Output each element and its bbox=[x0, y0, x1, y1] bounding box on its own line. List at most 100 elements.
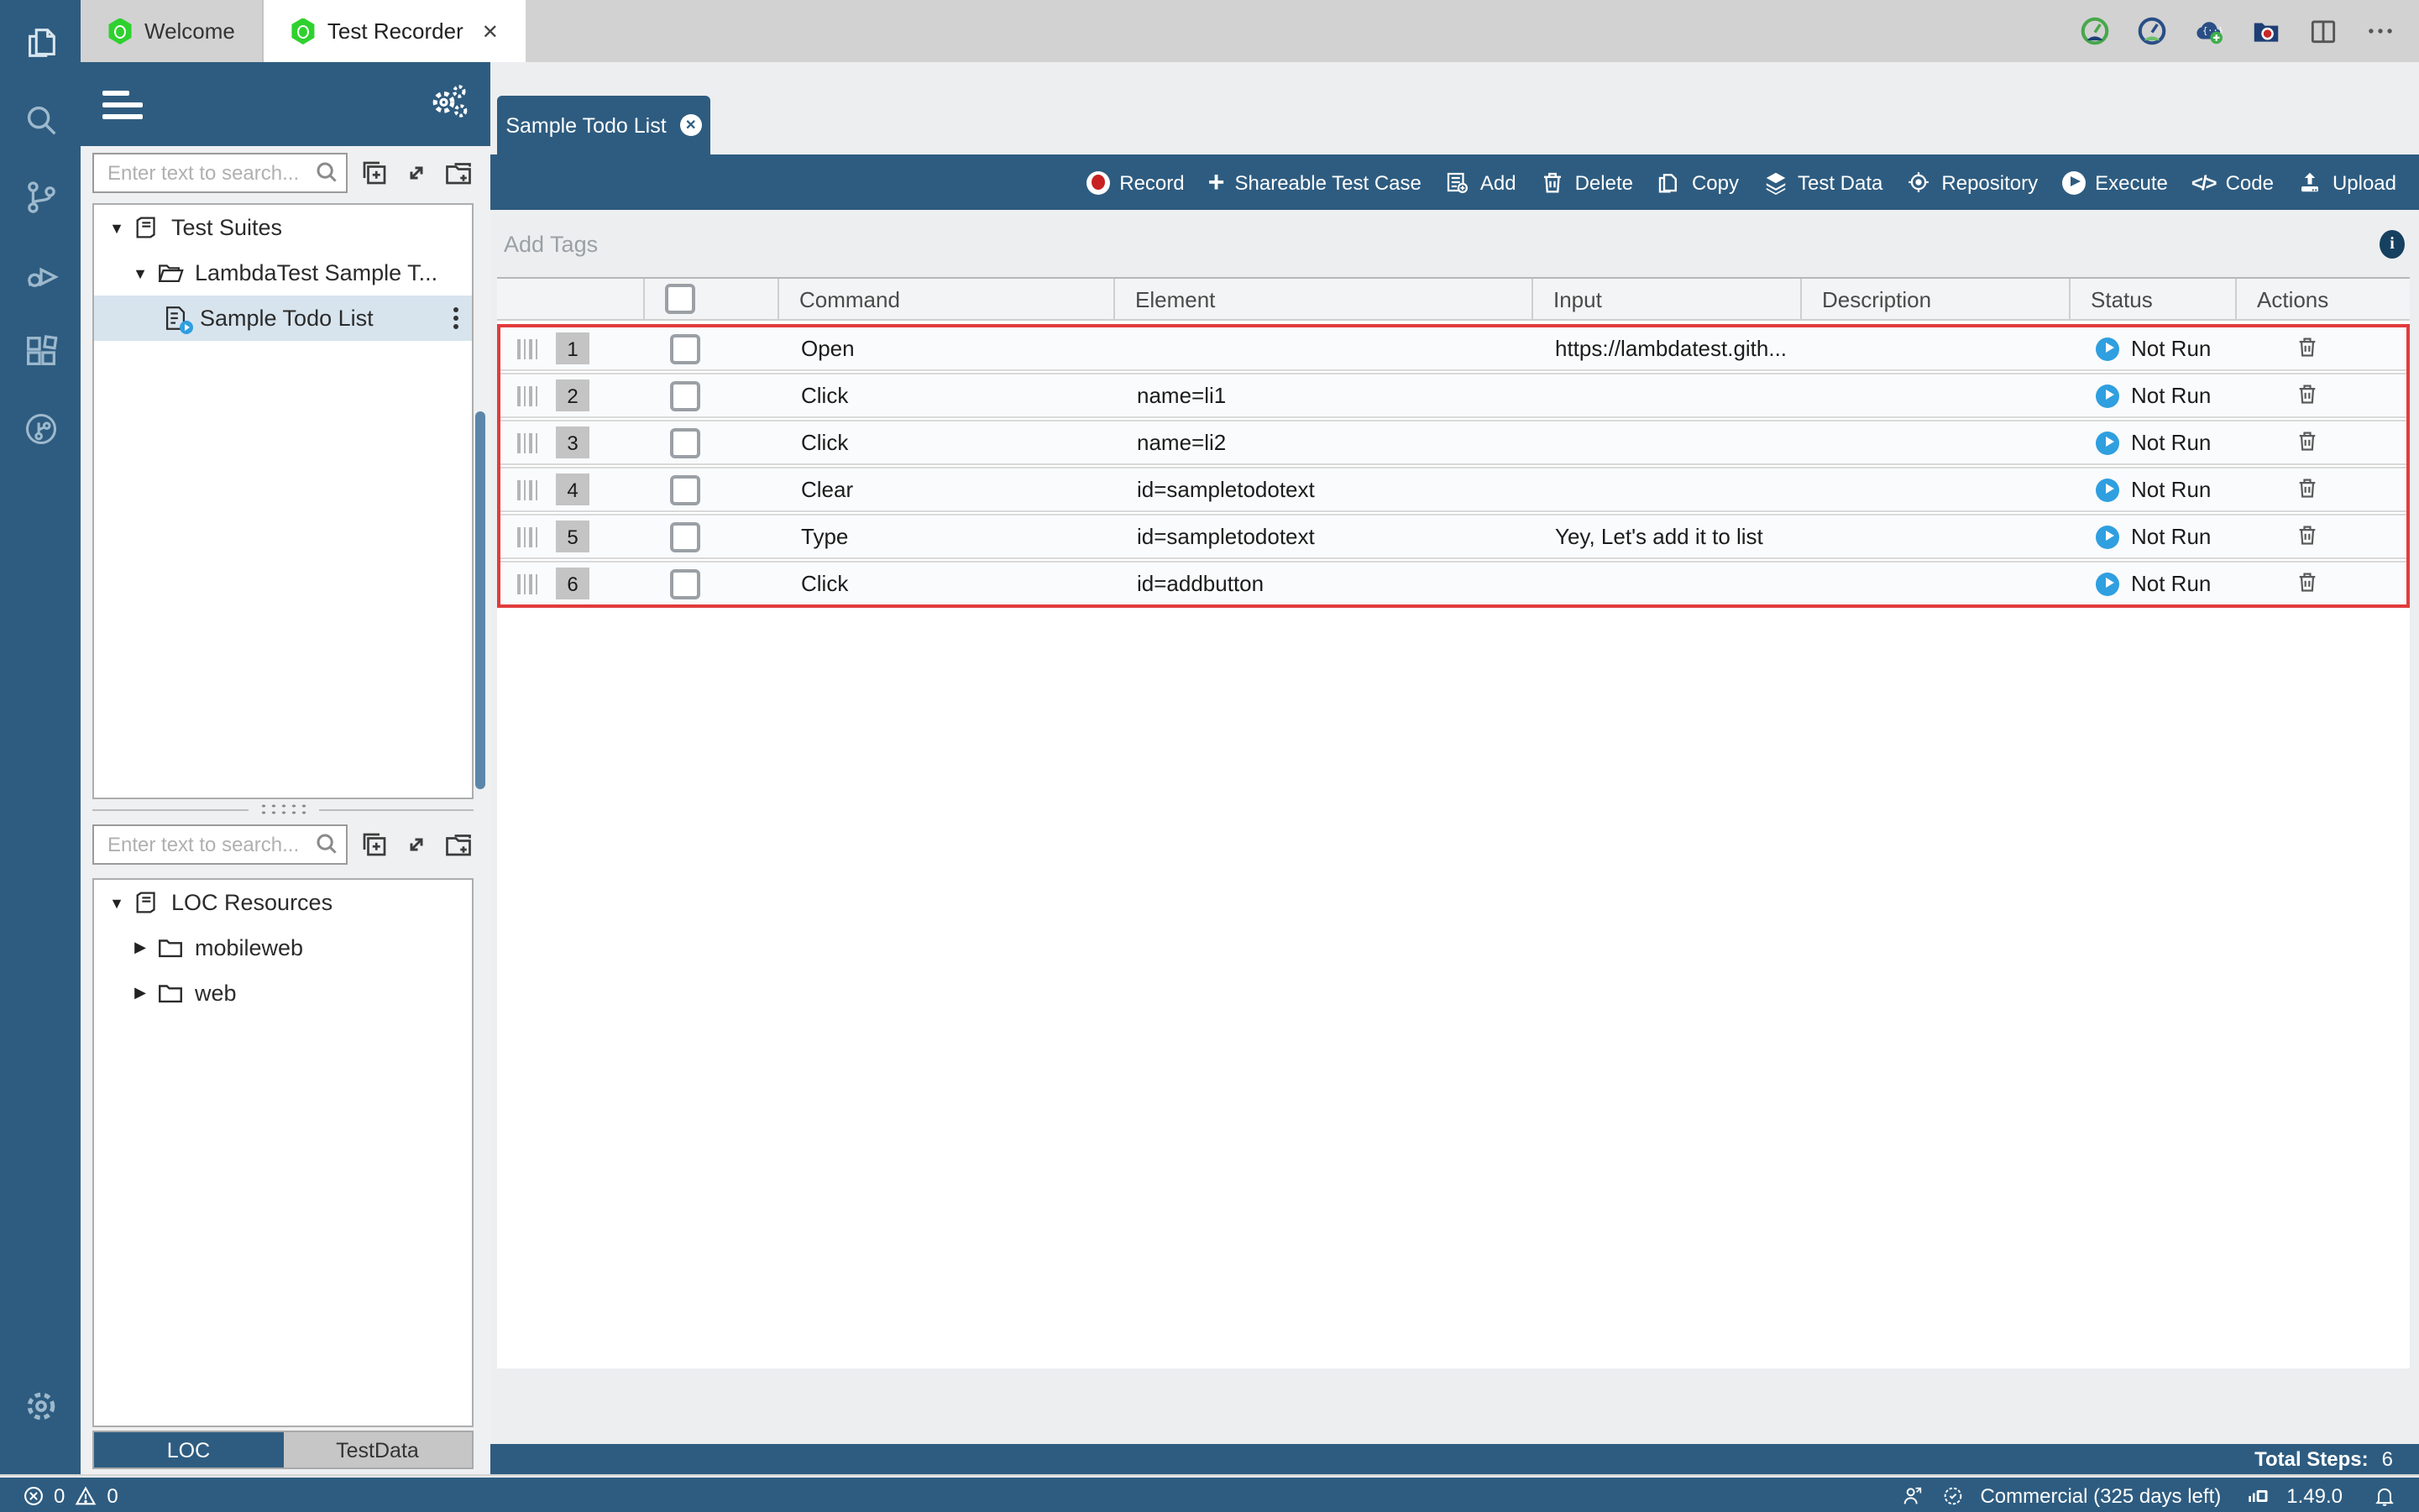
license-badge-icon[interactable] bbox=[1940, 1483, 1965, 1508]
display-icon[interactable] bbox=[2246, 1483, 2271, 1508]
tree-item-test-suites[interactable]: ▼ Test Suites bbox=[94, 205, 472, 250]
new-folder-icon[interactable] bbox=[443, 829, 474, 860]
panel-scrollbar[interactable] bbox=[475, 411, 485, 789]
row-checkbox[interactable] bbox=[670, 333, 700, 364]
header-actions[interactable]: Actions bbox=[2235, 279, 2410, 319]
blue-gauge-icon[interactable] bbox=[2136, 15, 2168, 47]
header-command[interactable]: Command bbox=[778, 279, 1113, 319]
drag-handle-icon[interactable] bbox=[517, 573, 537, 594]
run-step-icon[interactable] bbox=[2096, 525, 2119, 548]
execute-button[interactable]: Execute bbox=[2061, 170, 2168, 194]
cell-command[interactable]: Click bbox=[781, 383, 1117, 408]
resources-search-input[interactable] bbox=[92, 824, 348, 865]
tab-testdata[interactable]: TestData bbox=[283, 1432, 472, 1468]
kebab-menu-icon[interactable] bbox=[453, 307, 458, 329]
license-text[interactable]: Commercial (325 days left) bbox=[1980, 1483, 2221, 1507]
tab-loc[interactable]: LOC bbox=[94, 1432, 283, 1468]
green-gauge-icon[interactable] bbox=[2079, 15, 2111, 47]
run-step-icon[interactable] bbox=[2096, 572, 2119, 595]
drag-handle-icon[interactable] bbox=[517, 338, 537, 358]
cell-command[interactable]: Click bbox=[781, 571, 1117, 596]
cell-command[interactable]: Clear bbox=[781, 477, 1117, 502]
cell-element[interactable]: id=sampletodotext bbox=[1117, 477, 1535, 502]
doc-tab-sample-todo-list[interactable]: Sample Todo List ✕ bbox=[497, 96, 710, 154]
katalon-icon[interactable] bbox=[15, 403, 65, 453]
account-icon[interactable] bbox=[1899, 1483, 1924, 1508]
run-step-icon[interactable] bbox=[2096, 384, 2119, 407]
header-element[interactable]: Element bbox=[1113, 279, 1532, 319]
row-checkbox[interactable] bbox=[670, 474, 700, 505]
row-checkbox[interactable] bbox=[670, 380, 700, 411]
bell-icon[interactable] bbox=[2371, 1483, 2396, 1508]
files-icon[interactable] bbox=[15, 17, 65, 67]
table-row[interactable]: 1 Open https://lambdatest.gith... Not Ru… bbox=[500, 327, 2406, 371]
chevron-right-icon[interactable]: ▶ bbox=[131, 939, 149, 957]
new-folder-icon[interactable] bbox=[443, 158, 474, 188]
version-text[interactable]: 1.49.0 bbox=[2286, 1483, 2343, 1507]
repository-button[interactable]: Repository bbox=[1906, 170, 2038, 195]
close-icon[interactable]: ✕ bbox=[680, 114, 702, 136]
delete-step-icon[interactable] bbox=[2296, 380, 2319, 411]
run-step-icon[interactable] bbox=[2096, 478, 2119, 501]
chevron-down-icon[interactable]: ▼ bbox=[131, 264, 149, 281]
tab-welcome[interactable]: Welcome bbox=[81, 0, 264, 62]
record-button[interactable]: Record bbox=[1086, 170, 1184, 194]
expand-icon[interactable] bbox=[401, 829, 432, 860]
tree-item-mobileweb[interactable]: ▶ mobileweb bbox=[94, 925, 472, 971]
drag-handle-icon[interactable] bbox=[517, 432, 537, 453]
delete-step-icon[interactable] bbox=[2296, 333, 2319, 364]
upload-button[interactable]: Upload bbox=[2297, 170, 2396, 195]
cell-input[interactable]: Yey, Let's add it to list bbox=[1535, 524, 1804, 549]
delete-step-icon[interactable] bbox=[2296, 521, 2319, 552]
table-row[interactable]: 5 Type id=sampletodotext Yey, Let's add … bbox=[500, 514, 2406, 559]
drag-handle-icon[interactable] bbox=[517, 526, 537, 547]
chevron-down-icon[interactable]: ▼ bbox=[107, 894, 126, 911]
extensions-icon[interactable] bbox=[15, 326, 65, 376]
settings-gears-icon[interactable] bbox=[428, 81, 469, 127]
suites-search-input[interactable] bbox=[92, 153, 348, 193]
chevron-right-icon[interactable]: ▶ bbox=[131, 984, 149, 1002]
info-icon[interactable]: i bbox=[2380, 229, 2405, 258]
cell-element[interactable]: id=addbutton bbox=[1117, 571, 1535, 596]
split-editor-icon[interactable] bbox=[2307, 15, 2339, 47]
cell-command[interactable]: Type bbox=[781, 524, 1117, 549]
chevron-down-icon[interactable]: ▼ bbox=[107, 219, 126, 236]
cell-element[interactable]: name=li1 bbox=[1117, 383, 1535, 408]
row-checkbox[interactable] bbox=[670, 427, 700, 458]
delete-step-icon[interactable] bbox=[2296, 427, 2319, 458]
problems-indicator[interactable]: 0 0 bbox=[0, 1483, 118, 1508]
search-icon[interactable] bbox=[15, 94, 65, 144]
cell-element[interactable]: id=sampletodotext bbox=[1117, 524, 1535, 549]
tree-item-web[interactable]: ▶ web bbox=[94, 971, 472, 1016]
table-row[interactable]: 3 Click name=li2 Not Run bbox=[500, 420, 2406, 465]
tree-item-sample-todo-list[interactable]: Sample Todo List bbox=[94, 296, 472, 341]
run-debug-icon[interactable] bbox=[15, 249, 65, 299]
expand-icon[interactable] bbox=[401, 158, 432, 188]
row-checkbox[interactable] bbox=[670, 568, 700, 599]
copy-button[interactable]: Copy bbox=[1657, 170, 1739, 195]
add-button[interactable]: Add bbox=[1445, 170, 1516, 195]
collapse-all-icon[interactable] bbox=[359, 829, 390, 860]
header-description[interactable]: Description bbox=[1800, 279, 2069, 319]
delete-step-icon[interactable] bbox=[2296, 474, 2319, 505]
cell-element[interactable]: name=li2 bbox=[1117, 430, 1535, 455]
run-step-icon[interactable] bbox=[2096, 337, 2119, 360]
add-tags-input[interactable]: Add Tags bbox=[504, 231, 2380, 256]
select-all-checkbox[interactable] bbox=[665, 284, 695, 314]
shareable-test-case-button[interactable]: + Shareable Test Case bbox=[1208, 170, 1422, 194]
header-input[interactable]: Input bbox=[1532, 279, 1800, 319]
code-button[interactable]: </> Code bbox=[2191, 170, 2274, 194]
drag-handle-icon[interactable] bbox=[517, 479, 537, 500]
drag-handle-icon[interactable] bbox=[517, 385, 537, 405]
folder-record-icon[interactable] bbox=[2250, 15, 2282, 47]
more-icon[interactable] bbox=[2364, 15, 2396, 47]
cloud-code-icon[interactable]: {··} bbox=[2193, 15, 2225, 47]
table-row[interactable]: 2 Click name=li1 Not Run bbox=[500, 373, 2406, 418]
close-icon[interactable]: ✕ bbox=[482, 19, 499, 43]
table-row[interactable]: 6 Click id=addbutton Not Run bbox=[500, 561, 2406, 604]
test-data-button[interactable]: Test Data bbox=[1762, 170, 1882, 195]
cell-command[interactable]: Click bbox=[781, 430, 1117, 455]
collapse-all-icon[interactable] bbox=[359, 158, 390, 188]
panel-splitter[interactable] bbox=[92, 801, 474, 818]
delete-step-icon[interactable] bbox=[2296, 568, 2319, 599]
